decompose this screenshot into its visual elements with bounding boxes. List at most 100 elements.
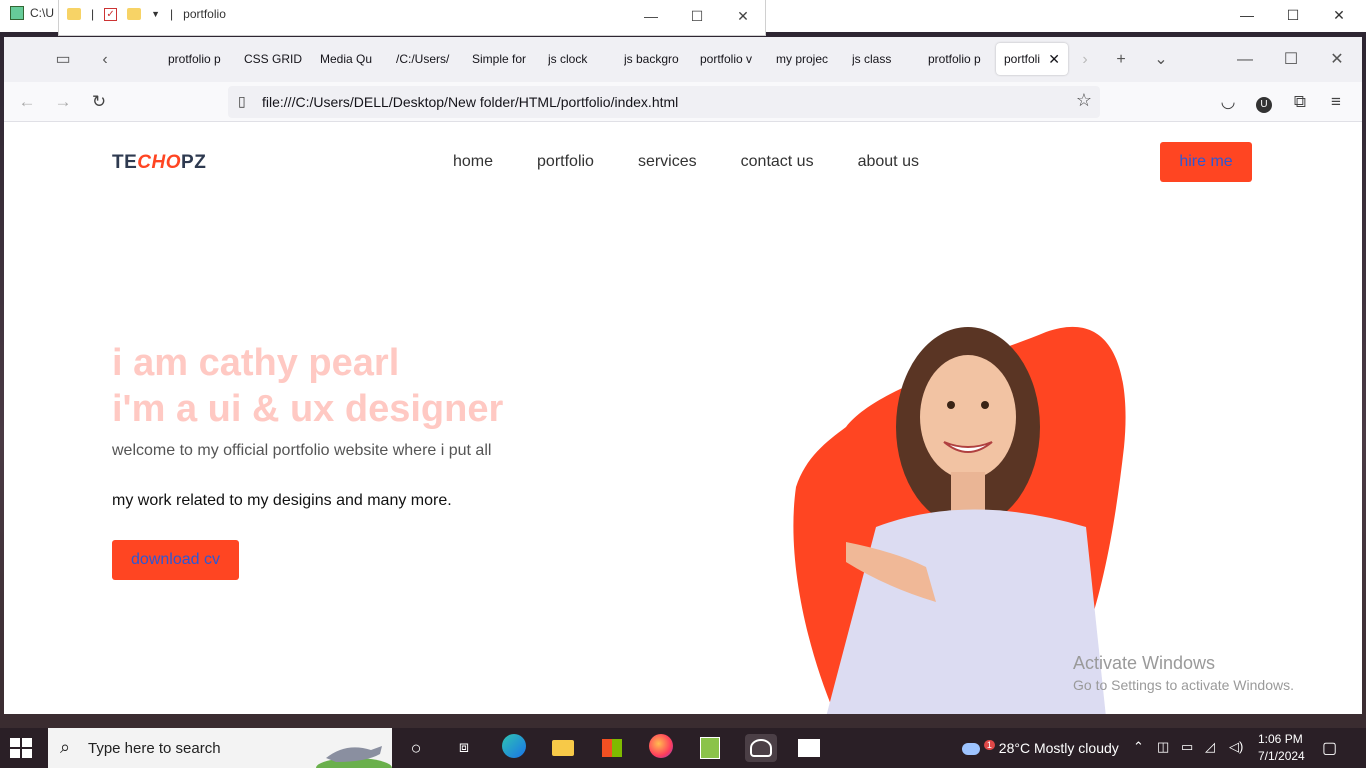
nav-link-portfolio[interactable]: portfolio <box>537 153 594 171</box>
pocket-icon[interactable]: ◡ <box>1215 89 1241 115</box>
new-folder-icon[interactable] <box>127 8 142 20</box>
hero-neck <box>951 472 985 512</box>
logo-suffix: PZ <box>181 152 207 173</box>
toolbar-separator: | <box>170 7 174 21</box>
firefox-view-icon[interactable]: ▭ <box>50 47 76 73</box>
bookmark-star-icon[interactable]: ☆ <box>1076 90 1092 111</box>
web-page: TECHOPZ home portfolio services contact … <box>4 122 1362 714</box>
logo[interactable]: TECHOPZ <box>112 152 206 174</box>
customize-dropdown-icon[interactable]: ▼ <box>151 9 160 19</box>
show-hidden-icons-icon[interactable]: ⌃ <box>1133 739 1144 755</box>
taskbar: ⌕ Type here to search ○ ⧈ 1 28°C Mostly … <box>0 728 1366 768</box>
extensions-icon[interactable]: ⧉ <box>1287 89 1313 115</box>
clock-date[interactable]: 7/1/2024 <box>1258 749 1305 763</box>
nav-link-about[interactable]: about us <box>858 153 919 171</box>
tab[interactable]: js class <box>852 43 912 75</box>
new-tab-icon[interactable]: + <box>1108 47 1134 73</box>
network-icon[interactable]: ◿ <box>1205 739 1215 755</box>
page-icon: ▯ <box>238 93 246 109</box>
intro-text-line2: my work related to my desigins and many … <box>112 492 452 509</box>
background-close-button[interactable]: ✕ <box>1316 4 1362 26</box>
headline-role: i'm a ui & ux designer <box>112 388 504 430</box>
url-bar[interactable]: ▯ file:///C:/Users/DELL/Desktop/New fold… <box>228 86 1100 118</box>
explorer-maximize-button[interactable]: ☐ <box>677 5 717 27</box>
hire-me-button[interactable]: hire me <box>1160 142 1252 182</box>
photos-app-icon[interactable] <box>745 734 777 762</box>
weather-text: 28°C Mostly cloudy <box>998 740 1119 756</box>
forward-icon[interactable]: → <box>50 89 76 115</box>
cortana-icon[interactable]: ○ <box>402 734 430 762</box>
tab[interactable]: js backgro <box>624 43 680 75</box>
battery-icon[interactable]: ▭ <box>1181 739 1193 755</box>
tab[interactable]: js clock <box>548 43 608 75</box>
folder-icon[interactable] <box>67 8 81 20</box>
meet-now-icon[interactable]: ◫ <box>1157 739 1169 755</box>
microsoft-store-icon[interactable] <box>598 734 626 762</box>
search-highlight-dinosaur-icon <box>316 746 392 768</box>
intro-text-line1: welcome to my official portfolio website… <box>112 442 492 459</box>
weather-widget[interactable]: 1 28°C Mostly cloudy <box>962 740 1119 756</box>
tab-scroll-left-icon[interactable]: ‹ <box>92 47 118 73</box>
nav-link-contact[interactable]: contact us <box>741 153 814 171</box>
tab-bar: ▭ ‹ protfolio p CSS GRID Media Qu /C:/Us… <box>4 37 1362 82</box>
tab[interactable]: portfolio v <box>700 43 756 75</box>
logo-prefix: TE <box>112 152 138 173</box>
maximize-icon[interactable]: ☐ <box>1278 47 1304 73</box>
search-placeholder: Type here to search <box>88 740 221 757</box>
url-text[interactable]: file:///C:/Users/DELL/Desktop/New folder… <box>262 94 678 110</box>
notepad-plus-icon[interactable] <box>696 734 724 762</box>
headline-name: i am cathy pearl <box>112 342 400 384</box>
image-viewer-icon[interactable] <box>795 734 823 762</box>
properties-icon[interactable]: ✓ <box>104 7 118 21</box>
close-icon[interactable]: ✕ <box>1324 47 1350 73</box>
notification-center-icon[interactable]: ▢ <box>1322 738 1337 758</box>
explorer-quick-access: | ✓ ▼ | portfolio <box>67 7 226 21</box>
tab-scroll-right-icon[interactable]: › <box>1072 47 1098 73</box>
edge-icon[interactable] <box>500 734 528 762</box>
back-icon[interactable]: ← <box>14 89 40 115</box>
account-icon[interactable]: U <box>1251 89 1277 115</box>
reload-icon[interactable]: ↻ <box>86 89 112 115</box>
tab[interactable]: protfolio p <box>168 43 228 75</box>
minimize-icon[interactable]: — <box>1232 47 1258 73</box>
hero-eye-right <box>981 401 989 409</box>
background-window-path: C:\U <box>30 6 54 20</box>
windows-start-icon[interactable] <box>10 738 32 758</box>
hero-face <box>920 355 1016 479</box>
explorer-close-button[interactable]: ✕ <box>723 5 763 27</box>
tab-active-label: portfoli <box>1004 52 1041 66</box>
task-view-icon[interactable]: ⧈ <box>450 734 478 762</box>
firefox-window: ▭ ‹ protfolio p CSS GRID Media Qu /C:/Us… <box>4 37 1362 714</box>
menu-icon[interactable]: ≡ <box>1323 89 1349 115</box>
tab[interactable]: Media Qu <box>320 43 376 75</box>
nav-link-home[interactable]: home <box>453 153 493 171</box>
volume-icon[interactable]: ◁) <box>1229 739 1243 755</box>
list-all-tabs-icon[interactable]: ⌄ <box>1148 47 1174 73</box>
background-minimize-button[interactable]: — <box>1224 4 1270 26</box>
download-cv-button[interactable]: download cv <box>112 540 239 580</box>
background-maximize-button[interactable]: ☐ <box>1270 4 1316 26</box>
explorer-title: portfolio <box>183 7 226 21</box>
tab[interactable]: Simple for <box>472 43 528 75</box>
file-explorer-icon[interactable] <box>549 734 577 762</box>
taskbar-search-box[interactable]: ⌕ Type here to search <box>48 728 392 768</box>
toolbar-separator: | <box>91 7 95 21</box>
nav-link-services[interactable]: services <box>638 153 697 171</box>
activation-watermark-title: Activate Windows <box>1073 653 1216 673</box>
notepad-icon <box>10 6 24 20</box>
firefox-icon[interactable] <box>647 734 675 762</box>
tab[interactable]: protfolio p <box>928 43 984 75</box>
background-window-title: C:\U <box>10 6 54 20</box>
activation-watermark-subtitle: Go to Settings to activate Windows. <box>1073 677 1294 693</box>
close-tab-icon[interactable]: ✕ <box>1048 43 1060 75</box>
tab[interactable]: CSS GRID <box>244 43 304 75</box>
search-icon: ⌕ <box>60 737 71 757</box>
explorer-window-titlebar: | ✓ ▼ | portfolio — ☐ ✕ <box>58 0 766 36</box>
tab[interactable]: /C:/Users/ <box>396 43 452 75</box>
cloud-icon <box>962 743 980 756</box>
logo-accent: CHO <box>137 152 182 173</box>
explorer-minimize-button[interactable]: — <box>631 5 671 27</box>
tab-active[interactable]: portfoli ✕ <box>996 43 1068 75</box>
tab[interactable]: my projec <box>776 43 832 75</box>
clock-time[interactable]: 1:06 PM <box>1258 732 1303 746</box>
